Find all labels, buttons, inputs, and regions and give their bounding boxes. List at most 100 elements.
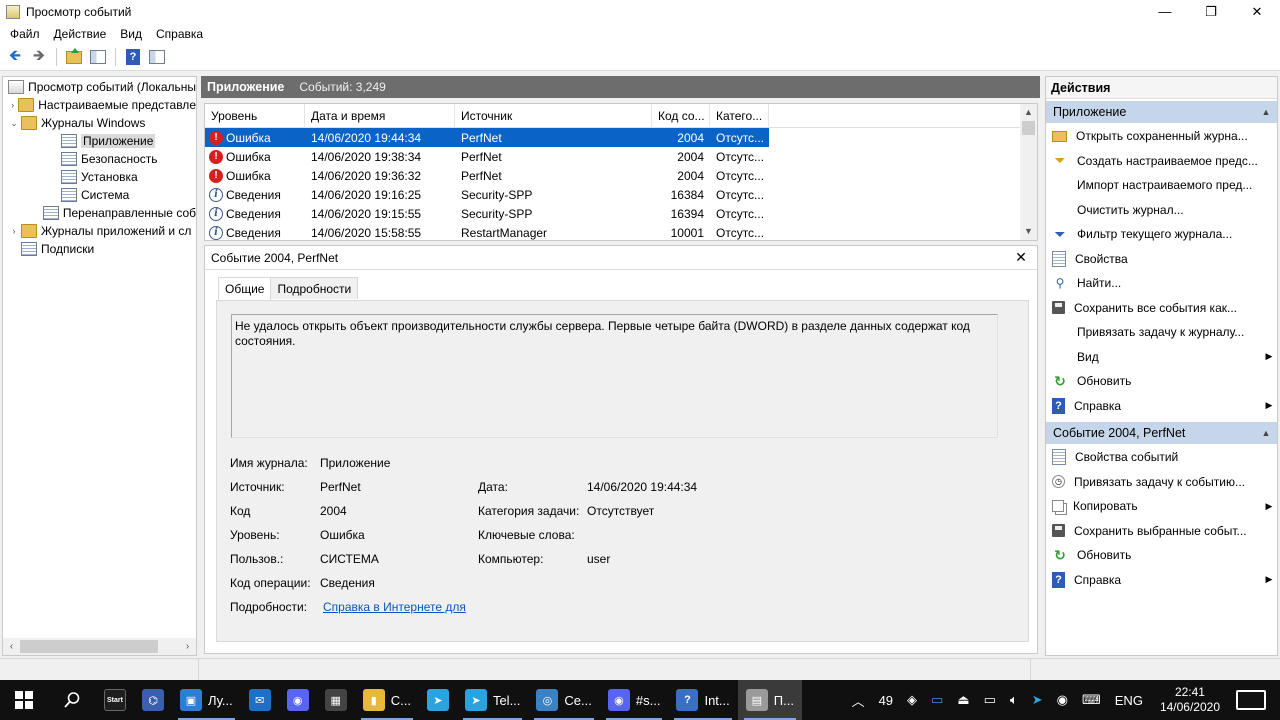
help-button[interactable]: ?	[122, 46, 144, 68]
scroll-right-icon[interactable]: ›	[179, 641, 196, 652]
column-category[interactable]: Катего...	[710, 104, 769, 128]
tree-item[interactable]: › Настраиваемые представле	[3, 96, 196, 114]
tree-item[interactable]: Безопасность	[3, 150, 196, 168]
folder-app[interactable]: ▮ С...	[355, 680, 419, 720]
table-row[interactable]: i Сведения 14/06/2020 19:16:25 Security-SPP…	[205, 185, 769, 204]
up-button[interactable]	[63, 46, 85, 68]
mail-app[interactable]: ✉	[241, 680, 279, 720]
tree-item[interactable]: Система	[3, 186, 196, 204]
show-hide-tree-button[interactable]	[87, 46, 109, 68]
action-save-selected-events[interactable]: Сохранить выбранные событ...	[1046, 519, 1277, 544]
actions-section-log[interactable]: Приложение ▲	[1046, 101, 1277, 123]
tab-details[interactable]: Подробности	[270, 277, 359, 299]
minimize-button[interactable]: —	[1142, 0, 1188, 23]
menu-help[interactable]: Справка	[149, 27, 210, 41]
start-button[interactable]	[0, 680, 48, 720]
tree-item[interactable]: Приложение	[3, 132, 196, 150]
scroll-down-icon[interactable]: ▼	[1020, 223, 1037, 240]
collapse-icon[interactable]: ▲	[1255, 422, 1277, 444]
network-app[interactable]: ⌬	[134, 680, 172, 720]
menu-view[interactable]: Вид	[113, 27, 149, 41]
discord-app-1[interactable]: ◉	[279, 680, 317, 720]
expand-icon[interactable]: ›	[7, 100, 18, 110]
table-row[interactable]: ! Ошибка 14/06/2020 19:38:34 PerfNet 2004 Отс…	[205, 147, 769, 166]
scroll-left-icon[interactable]: ‹	[3, 641, 20, 652]
notification-center-icon[interactable]	[1236, 690, 1266, 710]
discord-app-2[interactable]: ◉ #s...	[600, 680, 669, 720]
collapse-icon[interactable]: ▲	[1255, 101, 1277, 123]
monitor-icon[interactable]: ▭	[924, 692, 950, 708]
online-help-link[interactable]: Справка в Интернете для	[323, 600, 466, 614]
tab-general[interactable]: Общие	[218, 277, 272, 300]
back-button[interactable]: 🡸	[4, 46, 26, 68]
actions-section-event[interactable]: Событие 2004, PerfNet ▲	[1046, 422, 1277, 444]
volume-icon[interactable]: 🔈︎	[1003, 692, 1025, 708]
action-copy[interactable]: Копировать ▶	[1046, 494, 1277, 519]
telegram-app-2[interactable]: ➤ Tel...	[457, 680, 528, 720]
action-save-all-events[interactable]: Сохранить все события как...	[1046, 296, 1277, 321]
usb-icon[interactable]: ⏏	[950, 692, 976, 708]
action-attach-task-event[interactable]: ◷ Привязать задачу к событию...	[1046, 470, 1277, 495]
action-attach-task-log[interactable]: Привязать задачу к журналу...	[1046, 320, 1277, 345]
discord-tray-icon[interactable]: ◉	[1050, 692, 1075, 708]
action-import-custom-view[interactable]: Импорт настраиваемого пред...	[1046, 173, 1277, 198]
show-hide-actions-button[interactable]	[146, 46, 168, 68]
collapse-icon[interactable]: ⌄	[7, 118, 21, 129]
action-refresh-2[interactable]: ↻ Обновить	[1046, 543, 1277, 568]
tree-item[interactable]: Перенаправленные соб	[3, 204, 196, 222]
tree-item[interactable]: Подписки	[3, 240, 196, 258]
start-menu-app[interactable]: Start	[96, 680, 134, 720]
table-row[interactable]: i Сведения 14/06/2020 15:58:55 RestartManag…	[205, 223, 769, 240]
keyboard-icon[interactable]: ⌨	[1075, 692, 1108, 708]
tree-horizontal-scrollbar[interactable]: ‹ ›	[3, 638, 196, 655]
action-open-saved-log[interactable]: Открыть сохраненный журна...	[1046, 124, 1277, 149]
grid-vertical-scrollbar[interactable]: ▲ ▼	[1020, 104, 1037, 240]
column-datetime[interactable]: Дата и время	[305, 104, 455, 128]
table-row[interactable]: ! Ошибка 14/06/2020 19:36:32 PerfNet 2004 Отс…	[205, 166, 769, 185]
tray-chevron-icon[interactable]: ︿	[845, 691, 872, 710]
table-row[interactable]: ! Ошибка 14/06/2020 19:44:34 PerfNet 2004 Отс…	[205, 128, 769, 147]
scroll-thumb[interactable]	[20, 640, 158, 653]
column-source[interactable]: Источник	[455, 104, 652, 128]
tree-item[interactable]: Установка	[3, 168, 196, 186]
column-event-code[interactable]: Код со...	[652, 104, 710, 128]
clock[interactable]: 22:41 14/06/2020	[1150, 685, 1230, 715]
battery-icon[interactable]: ▭	[977, 692, 1003, 708]
calculator-app[interactable]: ▦	[317, 680, 355, 720]
tree-item[interactable]: Просмотр событий (Локальны	[3, 78, 196, 96]
tree-item[interactable]: ⌄ Журналы Windows	[3, 114, 196, 132]
shield-icon[interactable]: ◈	[900, 692, 924, 708]
action-help-2[interactable]: ? Справка ▶	[1046, 568, 1277, 593]
explorer-app-1[interactable]: ▣ Лу...	[172, 680, 241, 720]
tree-item[interactable]: › Журналы приложений и сл	[3, 222, 196, 240]
scroll-thumb[interactable]	[1022, 121, 1035, 135]
forward-button[interactable]: 🡺	[28, 46, 50, 68]
scroll-up-icon[interactable]: ▲	[1020, 104, 1037, 121]
action-refresh[interactable]: ↻ Обновить	[1046, 369, 1277, 394]
language-indicator[interactable]: ENG	[1108, 693, 1150, 708]
menu-file[interactable]: Файл	[3, 27, 47, 41]
restore-button[interactable]: ❐	[1188, 0, 1234, 23]
menu-action[interactable]: Действие	[47, 27, 114, 41]
telegram-app-1[interactable]: ➤	[419, 680, 457, 720]
search-button[interactable]	[48, 680, 96, 720]
action-filter-current-log[interactable]: ⏷ Фильтр текущего журнала...	[1046, 222, 1277, 247]
action-clear-log[interactable]: Очистить журнал...	[1046, 198, 1277, 223]
table-row[interactable]: i Сведения 14/06/2020 19:15:55 Security-SPP…	[205, 204, 769, 223]
close-button[interactable]: ✕	[1234, 0, 1280, 23]
expand-icon[interactable]: ›	[7, 226, 21, 236]
telegram-tray-icon[interactable]: ➤	[1025, 692, 1050, 708]
chrome-app[interactable]: ◎ Се...	[528, 680, 599, 720]
close-icon[interactable]: ✕	[1011, 249, 1031, 266]
temperature-value[interactable]: 49	[872, 693, 900, 708]
action-properties[interactable]: Свойства	[1046, 247, 1277, 272]
event-viewer-app[interactable]: ▤ П...	[737, 680, 802, 720]
help-app[interactable]: ? Int...	[668, 680, 737, 720]
action-view[interactable]: Вид ▶	[1046, 345, 1277, 370]
action-find[interactable]: ⚲ Найти...	[1046, 271, 1277, 296]
event-description[interactable]: Не удалось открыть объект производительн…	[231, 314, 998, 438]
column-level[interactable]: Уровень	[205, 104, 305, 128]
action-help[interactable]: ? Справка ▶	[1046, 394, 1277, 419]
action-create-custom-view[interactable]: ⏷ Создать настраиваемое предс...	[1046, 149, 1277, 174]
action-event-properties[interactable]: Свойства событий	[1046, 445, 1277, 470]
